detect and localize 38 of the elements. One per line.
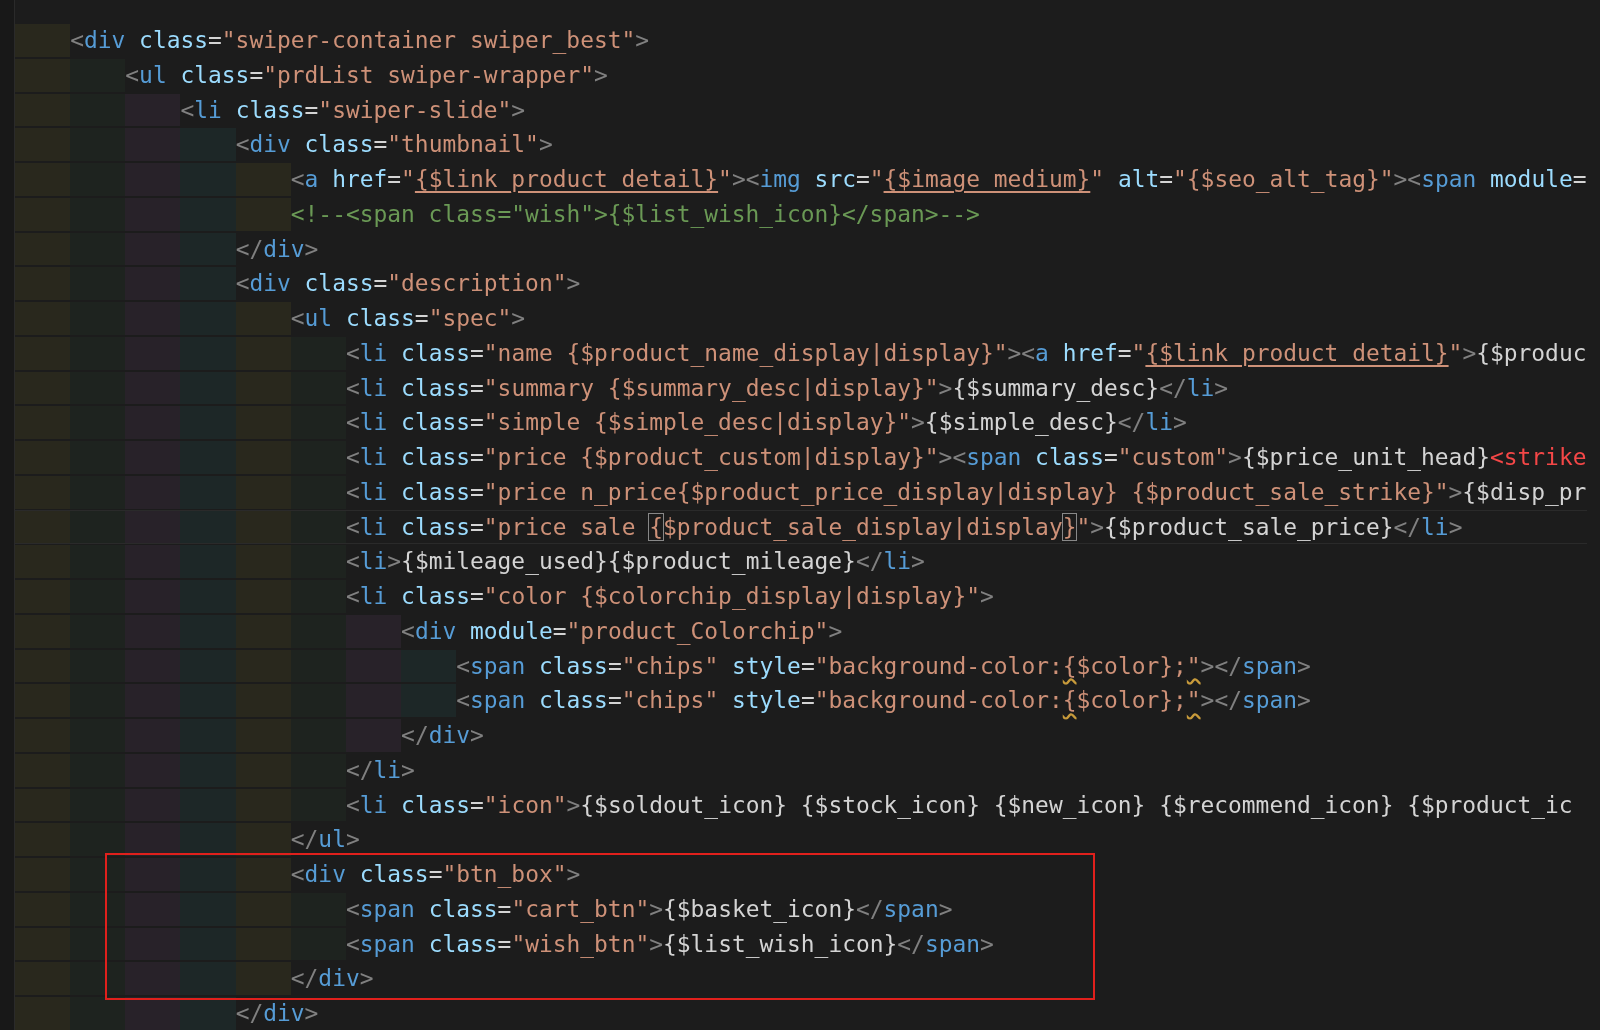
indent-guide — [125, 997, 181, 1030]
indent-guide — [70, 927, 126, 961]
code-line: </ul> — [290, 825, 360, 855]
code-line: <a href="{$link_product_detail}"><img src="{$image_medium}" alt="{$seo_alt_tag}"><span module= — [290, 165, 1587, 195]
code-line: <li class="price n_price{$product_price_display|display} {$product_sale_strike}">{$disp_pr — [345, 477, 1587, 508]
code-line: <div module="product_Colorchip"> — [401, 616, 843, 647]
code-line: <div class="thumbnail"> — [235, 130, 553, 160]
code-line: <div class="swiper-container swiper_best"> — [70, 26, 650, 56]
code-line: <li class="color {$colorchip_display|display}"> — [345, 582, 994, 612]
code-line: <li class="price {$product_custom|display}"><span class="custom">{$price_unit_head}<strike — [345, 443, 1587, 473]
code-line: <div class="description"> — [235, 269, 581, 299]
code-line: <li class="swiper-slide"> — [180, 95, 526, 125]
indent-guide — [125, 823, 181, 856]
indent-guide — [70, 962, 126, 995]
indent-guide — [70, 892, 126, 926]
code-line: <li>{$mileage_used}{$product_mileage}</li> — [345, 547, 925, 577]
code-line: <div class="btn_box"> — [290, 860, 581, 890]
code-line: <span class="cart_btn">{$basket_icon}</span> — [345, 894, 953, 925]
code-line: <ul class="spec"> — [290, 304, 526, 333]
code-line: <span class="chips" style="background-color:{$color};"></span> — [456, 686, 1311, 716]
code-line: <!--<span class="wish">{$list_wish_icon}</span>--> — [290, 199, 980, 230]
code-line: <span class="chips" style="background-color:{$color};"></span> — [456, 651, 1311, 681]
code-line: </div> — [235, 999, 319, 1028]
code-line: <li class="summary {$summary_desc|display}">{$summary_desc}</li> — [345, 373, 1229, 404]
code-line: <li class="simple {$simple_desc|display}">{$simple_desc}</li> — [345, 408, 1187, 438]
code-line: <ul class="prdList swiper-wrapper"> — [125, 60, 608, 90]
indent-guide — [180, 823, 236, 856]
indent-guide — [235, 823, 291, 856]
code-line: <span class="wish_btn">{$list_wish_icon}</span> — [345, 929, 994, 960]
code-line: </div> — [235, 234, 319, 264]
code-line: </div> — [290, 964, 374, 994]
code-line: <li class="price sale {$product_sale_display|display}">{$product_sale_price}</li> — [345, 512, 1463, 543]
code-line: </li> — [345, 755, 415, 785]
indent-guide — [70, 858, 126, 891]
indent-guide — [70, 823, 126, 856]
code-line: <li class="icon">{$soldout_icon} {$stock_icon} {$new_icon} {$recommend_icon} {$product_ic — [345, 790, 1573, 821]
code-line: <li class="name {$product_name_display|display}"><a href="{$link_product_detail}">{$produc — [345, 338, 1587, 369]
code-line: </div> — [401, 721, 484, 750]
